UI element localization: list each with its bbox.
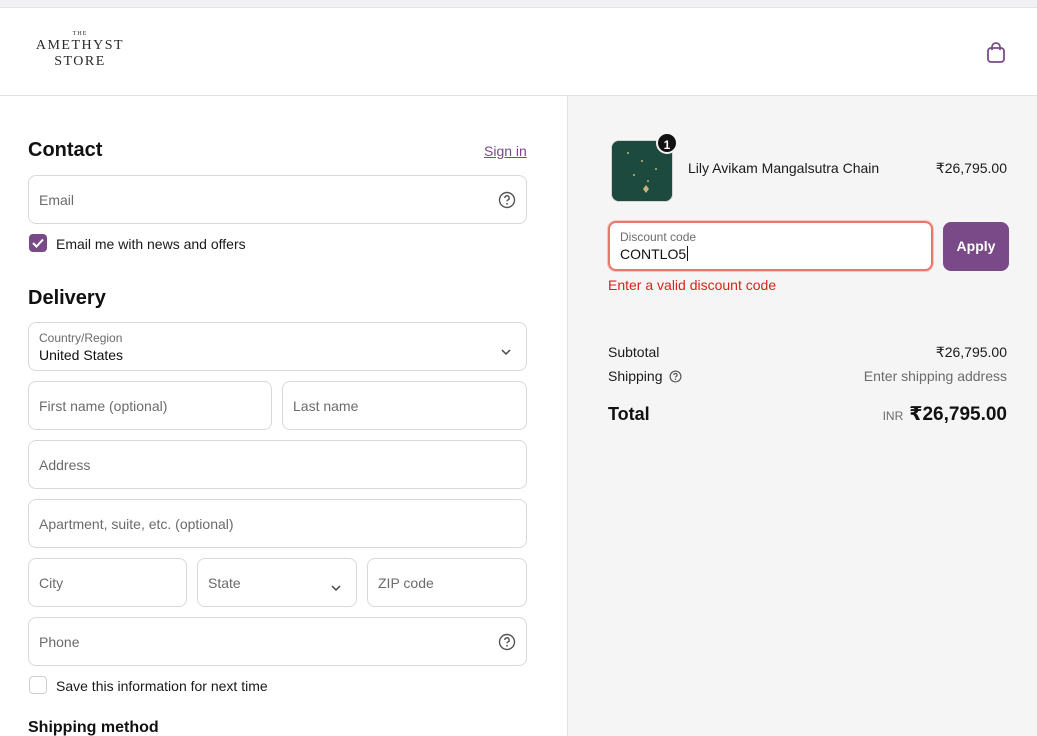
email-field[interactable]: Email bbox=[28, 175, 527, 224]
question-circle-icon[interactable] bbox=[669, 370, 682, 383]
checkout-form: Contact Sign in Email Email me with news… bbox=[0, 96, 567, 736]
newsletter-label: Email me with news and offers bbox=[56, 236, 246, 252]
discount-code-field[interactable]: Discount code CONTLO5 bbox=[608, 221, 933, 271]
apartment-placeholder: Apartment, suite, etc. (optional) bbox=[39, 515, 234, 532]
save-info-label: Save this information for next time bbox=[56, 678, 268, 694]
email-placeholder: Email bbox=[39, 191, 75, 208]
phone-placeholder: Phone bbox=[39, 633, 80, 650]
zip-field[interactable]: ZIP code bbox=[367, 558, 527, 607]
question-circle-icon[interactable] bbox=[498, 191, 516, 209]
delivery-heading: Delivery bbox=[28, 287, 106, 309]
country-label: Country/Region bbox=[39, 331, 123, 345]
logo-the: THE bbox=[72, 31, 88, 37]
total-amount: INR ₹26,795.00 bbox=[883, 403, 1007, 426]
zip-placeholder: ZIP code bbox=[378, 574, 434, 591]
browser-top-strip bbox=[0, 0, 1037, 8]
apartment-field[interactable]: Apartment, suite, etc. (optional) bbox=[28, 499, 527, 548]
discount-code-label: Discount code bbox=[620, 230, 697, 244]
save-info-checkbox[interactable] bbox=[29, 676, 47, 694]
first-name-field[interactable]: First name (optional) bbox=[28, 381, 272, 430]
total-value: ₹26,795.00 bbox=[909, 404, 1007, 425]
checkmark-icon bbox=[32, 238, 44, 248]
discount-code-value: CONTLO5 bbox=[620, 246, 689, 262]
quantity-badge: 1 bbox=[656, 132, 678, 154]
product-name: Lily Avikam Mangalsutra Chain bbox=[688, 160, 880, 176]
state-select[interactable]: State bbox=[197, 558, 357, 607]
subtotal-label: Subtotal bbox=[608, 344, 660, 360]
last-name-placeholder: Last name bbox=[293, 397, 359, 414]
country-value: United States bbox=[39, 347, 124, 363]
shipping-label-row: Shipping bbox=[608, 368, 682, 384]
question-circle-icon[interactable] bbox=[498, 633, 516, 651]
address-field[interactable]: Address bbox=[28, 440, 527, 489]
shipping-label: Shipping bbox=[608, 368, 663, 384]
logo-line-2: STORE bbox=[54, 54, 106, 69]
apply-button[interactable]: Apply bbox=[943, 222, 1009, 271]
total-label: Total bbox=[608, 404, 650, 424]
chevron-down-icon bbox=[330, 579, 342, 591]
contact-heading: Contact bbox=[28, 139, 103, 161]
newsletter-checkbox[interactable] bbox=[29, 234, 47, 252]
phone-field[interactable]: Phone bbox=[28, 617, 527, 666]
city-field[interactable]: City bbox=[28, 558, 187, 607]
total-currency: INR bbox=[882, 409, 904, 423]
chevron-down-icon bbox=[500, 343, 512, 355]
product-price: ₹26,795.00 bbox=[935, 160, 1007, 176]
subtotal-value: ₹26,795.00 bbox=[935, 344, 1007, 360]
state-placeholder: State bbox=[208, 574, 241, 591]
sign-in-link[interactable]: Sign in bbox=[484, 143, 527, 159]
order-summary: 1 Lily Avikam Mangalsutra Chain ₹26,795.… bbox=[567, 96, 1037, 736]
shipping-method-heading: Shipping method bbox=[28, 719, 159, 736]
discount-error-message: Enter a valid discount code bbox=[608, 277, 777, 293]
checkout-header: THE AMETHYST STORE bbox=[0, 8, 1037, 96]
shopping-bag-icon[interactable] bbox=[985, 41, 1007, 65]
last-name-field[interactable]: Last name bbox=[282, 381, 527, 430]
logo-line-1: AMETHYST bbox=[35, 38, 125, 53]
store-logo[interactable]: THE AMETHYST STORE bbox=[30, 30, 130, 76]
shipping-value: Enter shipping address bbox=[863, 368, 1007, 384]
country-select[interactable]: Country/Region United States bbox=[28, 322, 527, 371]
first-name-placeholder: First name (optional) bbox=[39, 397, 168, 414]
address-placeholder: Address bbox=[39, 456, 91, 473]
city-placeholder: City bbox=[39, 574, 64, 591]
